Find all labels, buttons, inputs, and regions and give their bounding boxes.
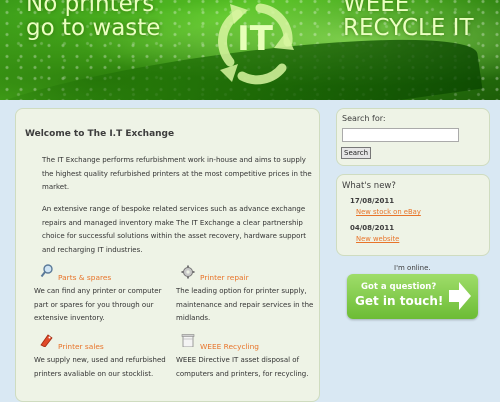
contact-cta-button[interactable]: Got a question? Get in touch! bbox=[347, 274, 478, 319]
feature-text-sales: We supply new, used and refurbished prin… bbox=[34, 356, 166, 378]
feature-text-recycling: WEEE Directive IT asset disposal of comp… bbox=[176, 356, 309, 378]
recycle-bin-icon bbox=[181, 334, 195, 347]
search-label: Search for: bbox=[342, 114, 386, 123]
gear-icon bbox=[181, 265, 195, 279]
magnifier-icon bbox=[40, 264, 53, 278]
banner-slogan-right: WEEE RECYCLE IT bbox=[343, 0, 474, 41]
cta-line2: Get in touch! bbox=[355, 294, 444, 308]
feature-title-sales[interactable]: Printer sales bbox=[58, 342, 104, 351]
search-button[interactable]: Search bbox=[341, 147, 372, 159]
logo-text: IT bbox=[237, 19, 274, 59]
intro-paragraph: The IT Exchange performs refurbishment w… bbox=[42, 156, 312, 191]
news-link[interactable]: New stock on eBay bbox=[356, 208, 421, 216]
feature-title-recycling[interactable]: WEEE Recycling bbox=[200, 342, 259, 351]
cta-line1: Got a question? bbox=[361, 282, 437, 292]
news-date: 04/08/2011 bbox=[350, 224, 395, 232]
banner-slogan-left: No printers go to waste bbox=[26, 0, 161, 41]
online-status: I'm online. bbox=[394, 264, 431, 272]
header-banner: No printers go to waste WEEE RECYCLE IT … bbox=[0, 0, 500, 100]
news-heading: What's new? bbox=[342, 181, 396, 191]
search-input[interactable] bbox=[342, 128, 459, 142]
page-title: Welcome to The I.T Exchange bbox=[25, 129, 175, 139]
news-date: 17/08/2011 bbox=[350, 197, 395, 205]
feature-text-repair: The leading option for printer supply, m… bbox=[176, 287, 314, 322]
tag-icon bbox=[40, 334, 53, 347]
arrow-right-icon bbox=[449, 282, 471, 310]
feature-text-parts: We can find any printer or computer part… bbox=[34, 287, 162, 322]
feature-title-repair[interactable]: Printer repair bbox=[200, 273, 249, 282]
news-link[interactable]: New website bbox=[356, 235, 399, 243]
feature-title-parts[interactable]: Parts & spares bbox=[58, 273, 111, 282]
recycle-logo-icon: IT bbox=[218, 3, 294, 85]
services-paragraph: An extensive range of bespoke related se… bbox=[42, 205, 306, 254]
